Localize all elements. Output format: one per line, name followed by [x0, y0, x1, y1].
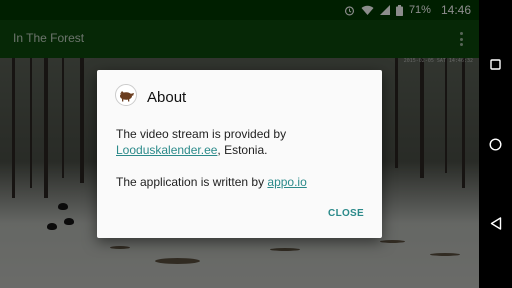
circle-icon — [489, 138, 502, 151]
provider-text: The video stream is provided by Looduskal… — [116, 127, 287, 157]
back-triangle-icon — [490, 217, 501, 230]
close-button[interactable]: CLOSE — [328, 208, 364, 219]
recents-button[interactable] — [487, 56, 504, 73]
wild-boar-logo — [115, 84, 137, 106]
looduskalender-link[interactable]: Looduskalender.ee — [116, 143, 217, 157]
square-icon — [490, 59, 501, 70]
author-text: The application is written by appo.io — [116, 175, 307, 189]
app-screen: 71% 14:46 In The Forest 2015-02-05 SAT 1… — [0, 0, 479, 288]
back-button[interactable] — [487, 215, 504, 232]
dialog-body: The video stream is provided by Looduskal… — [116, 126, 371, 190]
about-dialog: About The video stream is provided by Loo… — [97, 70, 382, 238]
appo-link[interactable]: appo.io — [267, 175, 306, 189]
home-button[interactable] — [487, 136, 504, 153]
dialog-title: About — [147, 89, 187, 106]
navigation-bar — [479, 0, 512, 288]
